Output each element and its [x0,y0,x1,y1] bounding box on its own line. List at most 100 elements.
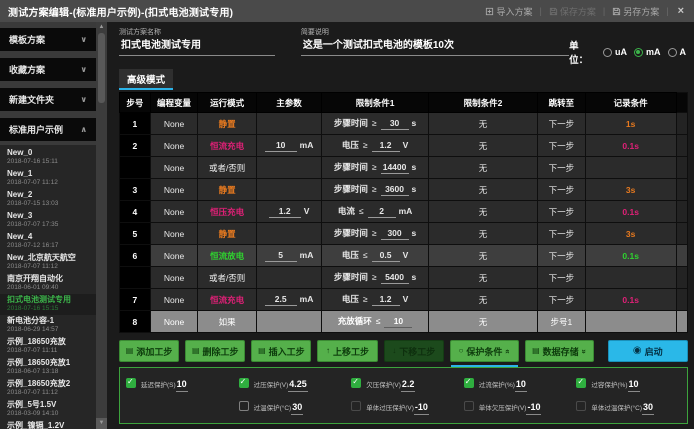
sidebar-section-new-folder[interactable]: 新建文件夹 [0,88,96,111]
param-cell[interactable] [256,267,321,289]
unit-radio-ma[interactable]: mA [634,47,661,57]
variable-cell[interactable]: None [150,157,198,179]
limit1-cell[interactable]: 电压≥1.2V [322,135,429,157]
jump-cell[interactable]: 下一步 [538,135,586,157]
variable-cell[interactable]: None [150,289,198,311]
mode-cell[interactable]: 静置 [198,223,257,245]
scrollbar-thumb[interactable] [98,33,105,103]
record-cell[interactable]: 1s [585,113,676,135]
limit1-cell[interactable]: 电压≤0.5V [322,245,429,267]
limit1-cell[interactable]: 步骤时间≥5400s [322,267,429,289]
param-cell[interactable] [256,179,321,201]
jump-cell[interactable]: 下一步 [538,157,586,179]
unit-radio-ua[interactable]: uA [603,47,627,57]
jump-cell[interactable]: 步号1 [538,311,586,333]
record-cell[interactable] [585,311,676,333]
param-cell[interactable]: 1.2V [256,201,321,223]
list-item[interactable]: New_北京航天航空2018-07-07 11:12 [0,252,96,273]
limit1-cell[interactable]: 步骤时间≥14400s [322,157,429,179]
sidebar-section-standard-user-examples[interactable]: 标准用户示例 [0,118,96,141]
param-cell[interactable] [256,223,321,245]
checkbox-unchecked-icon[interactable] [239,401,249,411]
insert-step-button[interactable]: 插入工步 [251,340,311,362]
limit1-cell[interactable]: 步骤时间≥300s [322,223,429,245]
record-cell[interactable]: 3s [585,179,676,201]
scroll-up-icon[interactable] [96,22,107,33]
add-step-button[interactable]: 添加工步 [119,340,179,362]
list-item[interactable]: 示例_5号1.5V2018-03-09 14:10 [0,399,96,420]
checkbox-unchecked-icon[interactable] [351,401,361,411]
limit2-cell[interactable]: 无 [428,113,537,135]
table-row[interactable]: 7 None 恒流充电 2.5mA 电压≥1.2V 无 下一步 0.1s [120,289,688,311]
limit1-cell[interactable]: 步骤时间≥30s [322,113,429,135]
param-cell[interactable]: 5mA [256,245,321,267]
jump-cell[interactable]: 下一步 [538,201,586,223]
mode-cell[interactable]: 恒压充电 [198,201,257,223]
list-item[interactable]: 新电池分容-12018-06-29 14:57 [0,315,96,336]
variable-cell[interactable]: None [150,267,198,289]
checkbox-checked-icon[interactable] [576,378,586,388]
sidebar-section-favorite-plans[interactable]: 收藏方案 [0,58,96,81]
table-row[interactable]: None 或者/否则 步骤时间≥5400s 无 下一步 [120,267,688,289]
limit1-cell[interactable]: 电流≤2mA [322,201,429,223]
record-cell[interactable]: 0.1s [585,135,676,157]
scroll-down-icon[interactable] [96,418,107,429]
table-row[interactable]: 2 None 恒流充电 10mA 电压≥1.2V 无 下一步 0.1s [120,135,688,157]
list-item[interactable]: New_02018-07-16 15:11 [0,147,96,168]
limit2-cell[interactable]: 无 [428,267,537,289]
table-row[interactable]: 4 None 恒压充电 1.2V 电流≤2mA 无 下一步 0.1s [120,201,688,223]
save-as-plan-button[interactable]: 另存方案 [612,5,659,18]
jump-cell[interactable]: 下一步 [538,289,586,311]
limit1-cell[interactable]: 充放循环≤10 [322,311,429,333]
list-item[interactable]: 示例_18650充放2018-07-07 11:11 [0,336,96,357]
mode-cell[interactable]: 或者/否则 [198,157,257,179]
sidebar-scrollbar[interactable] [96,22,107,429]
mode-cell[interactable]: 如果 [198,311,257,333]
table-row[interactable]: 6 None 恒流放电 5mA 电压≤0.5V 无 下一步 0.1s [120,245,688,267]
list-item[interactable]: 南京开翔自动化2018-06-01 09:40 [0,273,96,294]
limit2-cell[interactable]: 无 [428,135,537,157]
protection-value-input[interactable]: 2.2 [401,378,416,392]
limit1-cell[interactable]: 电压≥1.2V [322,289,429,311]
mode-cell[interactable]: 恒流充电 [198,135,257,157]
jump-cell[interactable]: 下一步 [538,267,586,289]
variable-cell[interactable]: None [150,201,198,223]
plan-desc-field[interactable]: 简要说明 这是一个测试扣式电池的模板10次 [301,28,569,56]
protection-value-input[interactable]: 10 [176,378,188,392]
table-row[interactable]: 3 None 静置 步骤时间≥3600s 无 下一步 3s [120,179,688,201]
unit-radio-a[interactable]: A [668,47,687,57]
import-plan-button[interactable]: 导入方案 [485,5,532,18]
table-row[interactable]: None 或者/否则 步骤时间≥14400s 无 下一步 [120,157,688,179]
list-item[interactable]: New_12018-07-07 11:12 [0,168,96,189]
plan-desc-input[interactable]: 这是一个测试扣式电池的模板10次 [301,37,569,56]
param-cell[interactable] [256,311,321,333]
sidebar-section-template-plans[interactable]: 模板方案 [0,28,96,51]
list-item[interactable]: New_42018-07-12 16:17 [0,231,96,252]
param-cell[interactable] [256,113,321,135]
checkbox-checked-icon[interactable] [464,378,474,388]
limit2-cell[interactable]: 无 [428,245,537,267]
variable-cell[interactable]: None [150,311,198,333]
checkbox-checked-icon[interactable] [239,378,249,388]
tab-advanced-mode[interactable]: 高级模式 [119,69,173,90]
data-storage-button[interactable]: 数据存储 [525,340,594,362]
delete-step-button[interactable]: 删除工步 [185,340,245,362]
list-item[interactable]: 示例_18650充放12018-06-07 13:18 [0,357,96,378]
param-cell[interactable]: 2.5mA [256,289,321,311]
variable-cell[interactable]: None [150,179,198,201]
list-item[interactable]: 示例_镍镉_1.2V2018-03-09 14:10 [0,420,96,429]
table-row[interactable]: 1 None 静置 步骤时间≥30s 无 下一步 1s [120,113,688,135]
param-cell[interactable] [256,157,321,179]
list-item-active[interactable]: 扣式电池测试专用2018-07-16 15:15 [0,294,96,315]
protection-conditions-button[interactable]: 保护条件 [450,340,519,362]
mode-cell[interactable]: 静置 [198,179,257,201]
jump-cell[interactable]: 下一步 [538,223,586,245]
protection-value-input[interactable]: 10 [515,378,527,392]
limit2-cell[interactable]: 无 [428,157,537,179]
jump-cell[interactable]: 下一步 [538,179,586,201]
record-cell[interactable] [585,157,676,179]
move-up-step-button[interactable]: 上移工步 [317,340,377,362]
table-row-selected[interactable]: 8 None 如果 充放循环≤10 无 步号1 [120,311,688,333]
variable-cell[interactable]: None [150,245,198,267]
record-cell[interactable]: 0.1s [585,245,676,267]
